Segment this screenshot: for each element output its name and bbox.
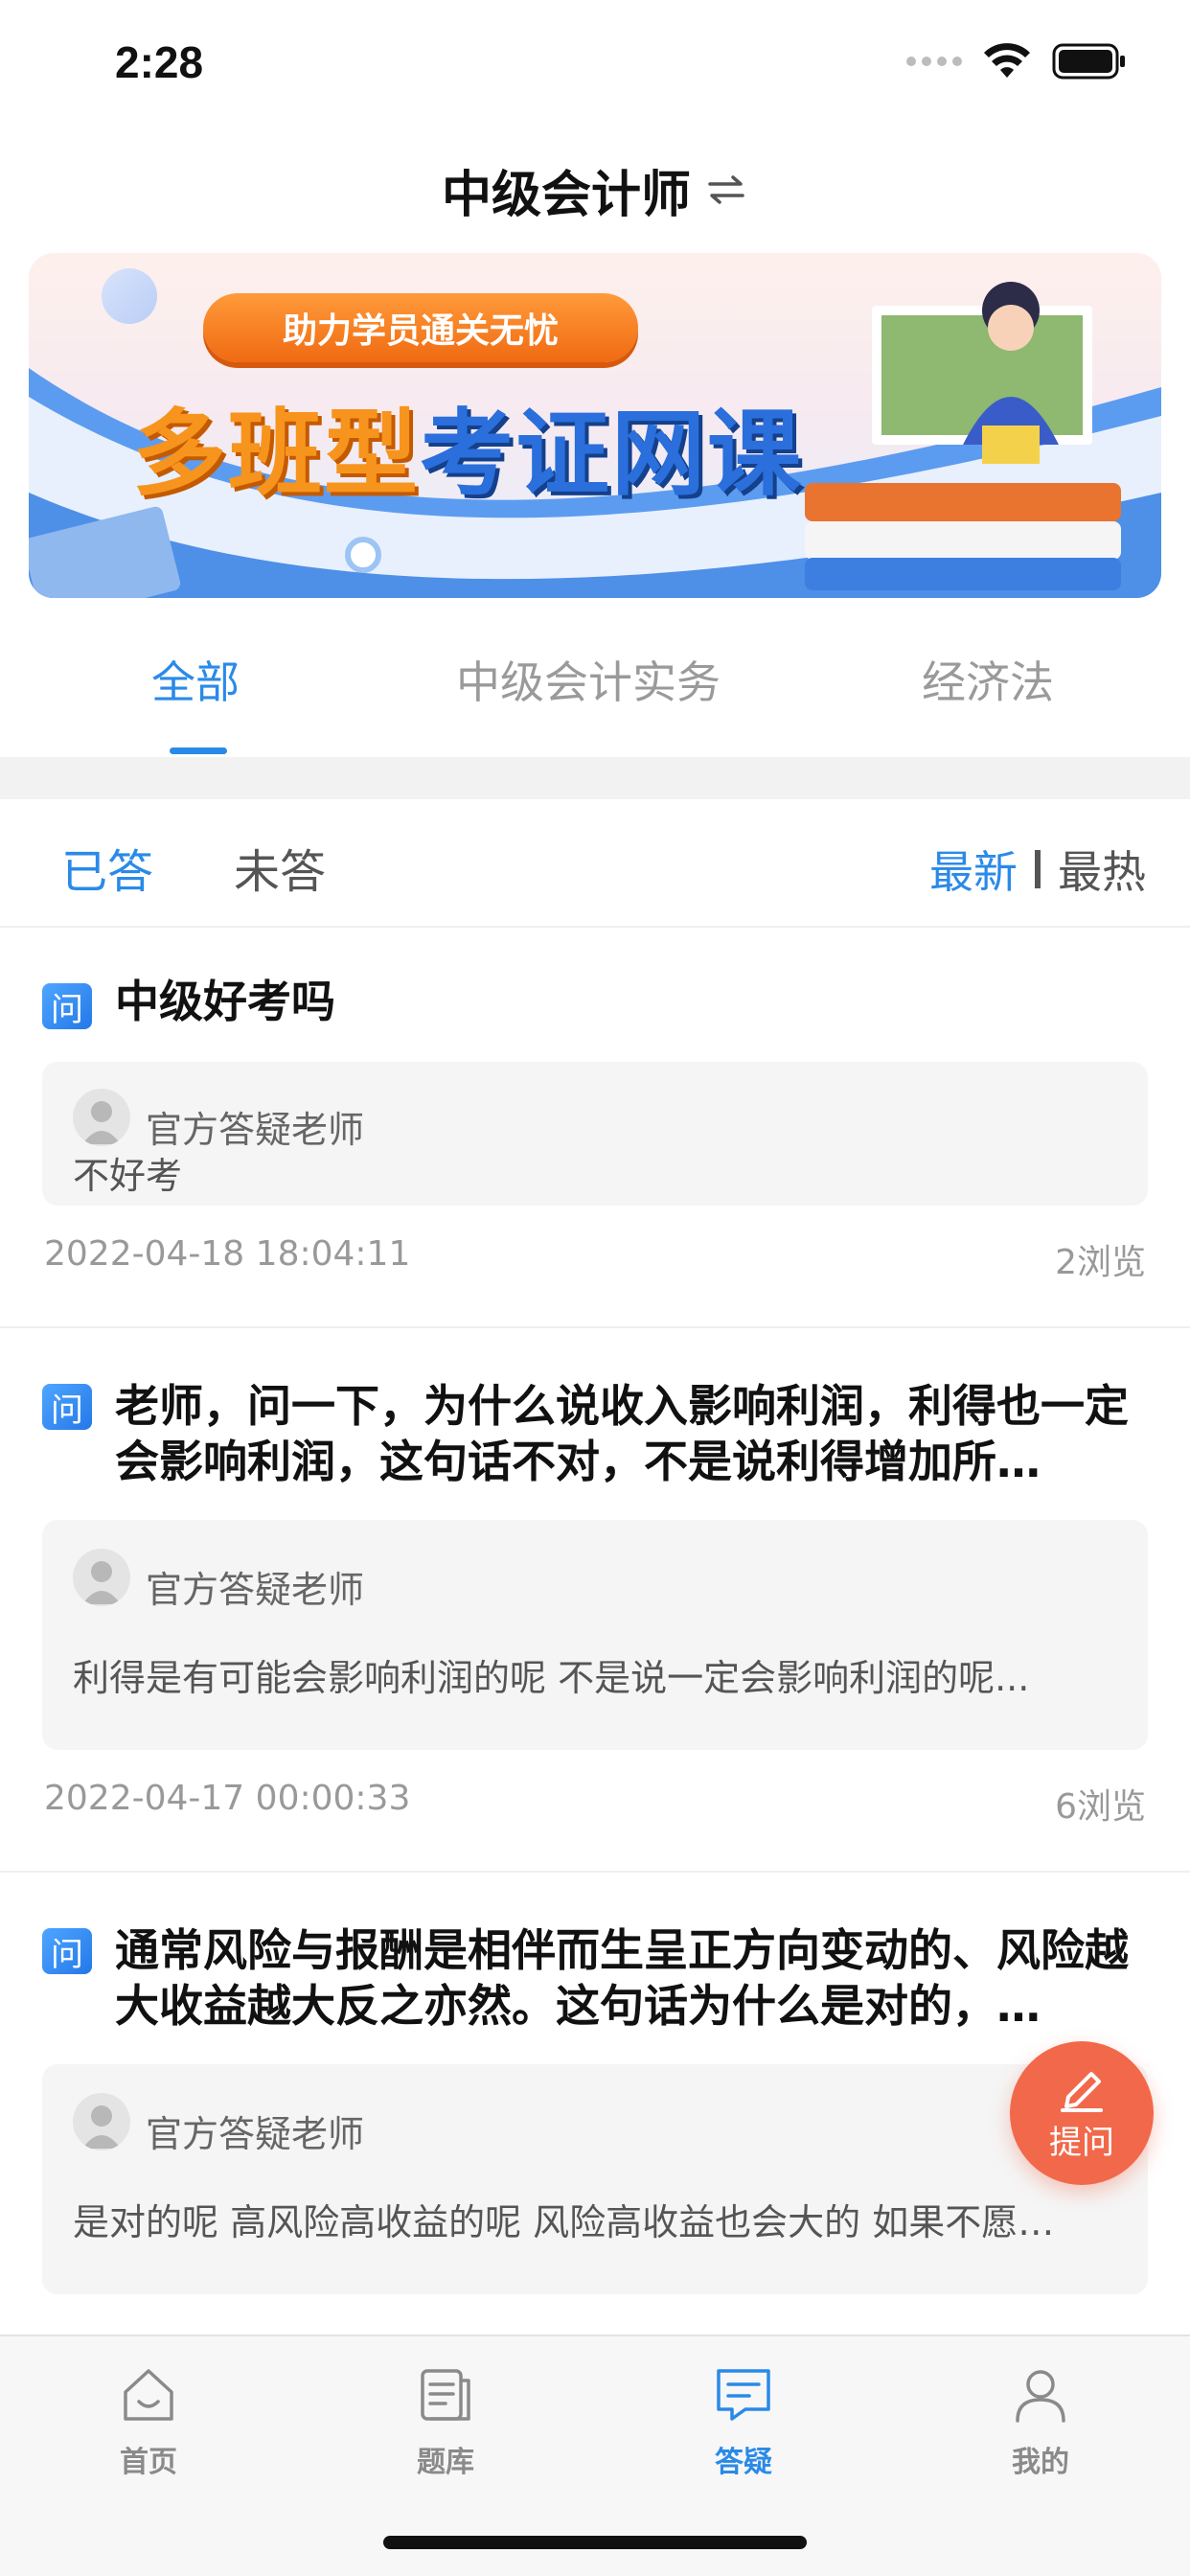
answer-text: 利得是有可能会影响利润的呢 不是说一定会影响利润的呢... — [73, 1657, 1030, 1699]
tab-qa-label: 答疑 — [715, 2446, 772, 2479]
battery-icon — [1052, 43, 1125, 80]
tab-question-bank-label: 题库 — [417, 2446, 474, 2479]
question-title[interactable]: 通常风险与报酬是相伴而生呈正方向变动的、风险越大收益越大反之亦然。这句话为什么是… — [115, 1922, 1146, 2034]
sort-newest[interactable]: 最新 — [929, 838, 1018, 901]
answer-box[interactable]: 官方答疑老师 不好考 — [42, 1062, 1148, 1206]
qa-chat-icon — [717, 2369, 770, 2421]
answer-box[interactable]: 官方答疑老师 是对的呢 高风险高收益的呢 风险高收益也会大的 如果不愿… — [42, 2064, 1148, 2294]
question-card[interactable]: 问 老师，问一下，为什么说收入影响利润，利得也一定会影响利润，这句话不对，不是说… — [0, 1328, 1190, 1873]
sort-separator — [1035, 850, 1041, 888]
promo-banner[interactable]: 助力学员通关无忧 多班型考证网课 — [29, 253, 1161, 598]
banner-pill: 助力学员通关无忧 — [203, 293, 638, 362]
filter-row: 已答 未答 最新 最热 — [0, 799, 1190, 928]
teacher-name: 官方答疑老师 — [146, 2113, 365, 2155]
status-time: 2:28 — [115, 37, 204, 87]
status-bar: 2:28 — [0, 0, 1190, 129]
header[interactable]: 中级会计师 — [0, 144, 1190, 236]
question-date: 2022-04-18 18:04:11 — [44, 1234, 411, 1274]
banner-headline: 多班型考证网课 — [132, 378, 803, 514]
tab-home[interactable]: 首页 — [72, 2363, 225, 2480]
signal-icon — [906, 57, 962, 66]
teacher-avatar — [73, 1089, 130, 1146]
answer-box[interactable]: 官方答疑老师 利得是有可能会影响利润的呢 不是说一定会影响利润的呢... — [42, 1520, 1148, 1750]
tab-profile-label: 我的 — [1012, 2446, 1069, 2479]
answer-text: 是对的呢 高风险高收益的呢 风险高收益也会大的 如果不愿… — [73, 2201, 1055, 2243]
tab-all[interactable]: 全部 — [151, 648, 240, 711]
subject-tabs: 全部 中级会计实务 经济法 — [0, 613, 1190, 757]
sort-hottest[interactable]: 最热 — [1058, 838, 1146, 901]
teacher-name: 官方答疑老师 — [146, 1569, 365, 1611]
teacher-name: 官方答疑老师 — [146, 1109, 365, 1151]
tab-profile[interactable]: 我的 — [964, 2363, 1117, 2480]
teacher-avatar — [73, 1549, 130, 1606]
answer-text: 不好考 — [73, 1155, 183, 1197]
ask-question-label: 提问 — [1049, 2123, 1114, 2162]
tab-intermediate-accounting[interactable]: 中级会计实务 — [456, 648, 721, 711]
view-count: 2浏览 — [1055, 1243, 1146, 1282]
question-card[interactable]: 问 中级好考吗 官方答疑老师 不好考 2022-04-18 18:04:11 2… — [0, 928, 1190, 1328]
status-icons — [906, 43, 1127, 80]
question-date: 2022-04-17 00:00:33 — [44, 1779, 411, 1818]
tab-home-label: 首页 — [120, 2446, 177, 2479]
teacher-avatar — [73, 2093, 130, 2150]
question-badge: 问 — [42, 1384, 92, 1430]
sort-toggle: 最新 最热 — [929, 838, 1146, 901]
question-badge: 问 — [42, 983, 92, 1029]
banner-page-indicator — [345, 537, 381, 573]
banner-bubble-decoration — [102, 268, 157, 324]
page-title[interactable]: 中级会计师 — [442, 154, 691, 226]
tab-question-bank[interactable]: 题库 — [369, 2363, 522, 2480]
swap-arrows-icon[interactable] — [704, 168, 748, 212]
section-divider — [0, 757, 1190, 799]
question-bank-icon — [421, 2369, 470, 2421]
banner-headline-blue: 考证网课 — [420, 400, 804, 509]
ask-question-button[interactable]: 提问 — [1010, 2041, 1154, 2185]
filter-unanswered[interactable]: 未答 — [234, 834, 326, 901]
tab-economic-law[interactable]: 经济法 — [922, 648, 1054, 711]
question-title[interactable]: 中级好考吗 — [115, 974, 1146, 1029]
filter-answered[interactable]: 已答 — [61, 834, 153, 901]
banner-headline-orange: 多班型 — [132, 400, 421, 509]
home-icon — [124, 2369, 173, 2421]
view-count: 6浏览 — [1055, 1787, 1146, 1827]
tab-active-indicator — [170, 748, 227, 754]
question-title[interactable]: 老师，问一下，为什么说收入影响利润，利得也一定会影响利润，这句话不对，不是说利得… — [115, 1378, 1146, 1489]
question-badge: 问 — [42, 1928, 92, 1974]
home-indicator — [383, 2536, 807, 2549]
wifi-icon — [984, 43, 1030, 78]
edit-pen-icon — [1061, 2071, 1103, 2112]
profile-icon — [1016, 2370, 1065, 2423]
tab-qa[interactable]: 答疑 — [667, 2363, 820, 2480]
